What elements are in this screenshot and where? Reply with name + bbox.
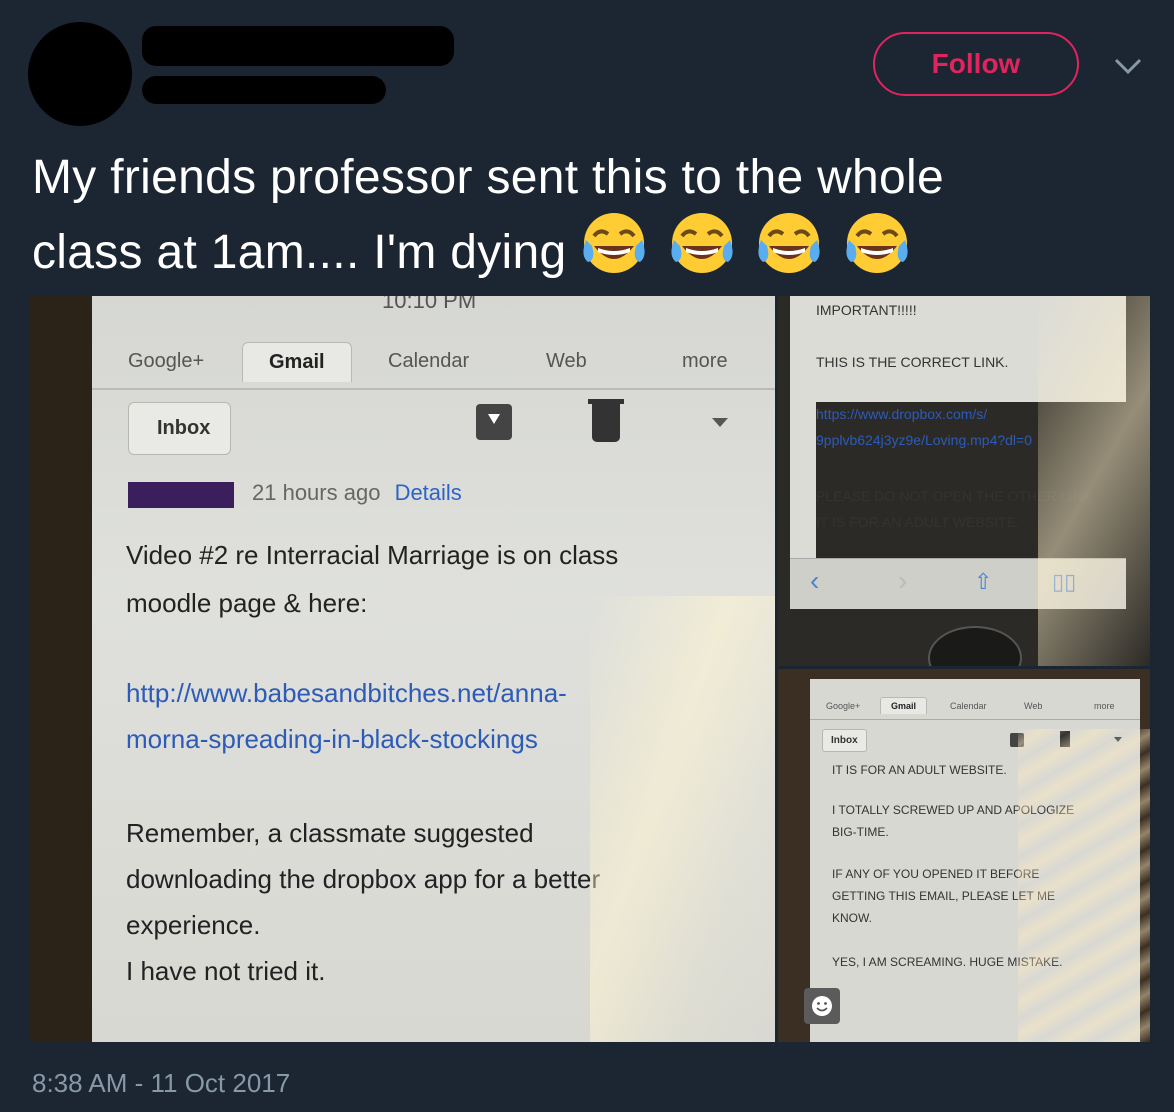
tab-web[interactable]: Web [546,350,587,373]
tab-google-plus[interactable]: Google+ [128,350,204,373]
tab-web[interactable]: Web [1024,701,1042,711]
email-line: IF ANY OF YOU OPENED IT BEFORE [832,867,1040,881]
gmail-tab-row: Google+ Gmail Calendar Web more [92,336,775,390]
dropdown-arrow-icon[interactable] [712,418,728,427]
face-with-tears-of-joy-icon [846,213,908,273]
email-link[interactable]: morna-spreading-in-black-stockings [126,716,538,762]
inbox-back-button[interactable]: Inbox [128,402,232,455]
email-link[interactable]: http://www.babesandbitches.net/anna- [126,670,567,716]
face-with-tears-of-joy-icon [758,213,820,273]
email-heading: IMPORTANT!!!!! [816,302,917,318]
email-time: 21 hours ago [252,480,381,505]
redacted-sender [128,482,234,508]
email-line: GETTING THIS EMAIL, PLEASE LET ME [832,889,1055,903]
email-line: IT IS FOR AN ADULT WEBSITE. [832,763,1007,777]
email-body-line: Remember, a classmate suggested [126,818,534,848]
phone-screen: IMPORTANT!!!!! THIS IS THE CORRECT LINK.… [790,296,1150,666]
archive-icon[interactable] [476,404,512,440]
email-line: KNOW. [832,911,873,925]
photo-email-main[interactable]: 10:10 PM Google+ Gmail Calendar Web more… [30,296,775,1042]
email-line: BIG-TIME. [832,825,889,839]
tab-calendar[interactable]: Calendar [950,701,987,711]
tab-google-plus[interactable]: Google+ [826,701,860,711]
email-body-line: I have not tried it. [126,956,326,986]
bookmarks-icon[interactable]: ▯▯ [1052,569,1076,595]
status-time: 10:10 PM [382,296,477,313]
dropbox-link[interactable]: 9pplvb624j3yz9e/Loving.mp4?dl=0 [816,428,1032,452]
back-icon[interactable]: ‹ [810,565,819,597]
email-line: PLEASE DO NOT OPEN THE OTHER LINK [816,488,1092,504]
archive-icon[interactable] [1010,733,1024,747]
email-body-line: downloading the dropbox app for a better [126,864,601,894]
tab-gmail[interactable]: Gmail [880,697,928,714]
face-with-tears-of-joy-icon [583,213,645,273]
browser-toolbar: ‹ › ⇧ ▯▯ [790,558,1126,609]
tweet-text: My friends professor sent this to the wh… [32,146,1142,293]
share-icon[interactable]: ⇧ [974,569,992,595]
smile-face-icon [812,996,832,1016]
user-avatar[interactable] [28,22,132,126]
tab-more[interactable]: more [682,350,728,373]
email-line: YES, I AM SCREAMING. HUGE MISTAKE. [832,955,1063,969]
email-meta: 21 hours ago Details [252,480,462,506]
inbox-back-button[interactable]: Inbox [822,729,867,752]
email-body-line: experience. [126,910,261,940]
redacted-display-name [142,26,454,66]
forward-icon[interactable]: › [898,565,907,597]
tab-calendar[interactable]: Calendar [388,350,469,373]
tab-more[interactable]: more [1094,701,1115,711]
phone-screen: 10:10 PM Google+ Gmail Calendar Web more… [92,296,775,1042]
trash-icon[interactable] [588,399,624,442]
dropdown-arrow-icon[interactable] [1114,737,1122,742]
tweet-text-line1: My friends professor sent this to the wh… [32,151,944,204]
phone-screen: Google+ Gmail Calendar Web more Inbox IT… [810,679,1140,1042]
smiley-icon[interactable] [804,988,840,1024]
face-with-tears-of-joy-icon [671,213,733,273]
chevron-down-icon[interactable] [1110,50,1146,80]
email-line: THIS IS THE CORRECT LINK. [816,354,1009,370]
email-body-line: Video #2 re Interracial Marriage is on c… [126,540,619,570]
tweet-timestamp[interactable]: 8:38 AM - 11 Oct 2017 [32,1068,290,1099]
photo-correction-email[interactable]: IMPORTANT!!!!! THIS IS THE CORRECT LINK.… [778,296,1150,666]
redacted-username [142,76,386,104]
details-link[interactable]: Details [395,480,462,505]
follow-button[interactable]: Follow [873,32,1079,96]
tab-gmail[interactable]: Gmail [242,342,352,382]
email-line: I TOTALLY SCREWED UP AND APOLOGIZE [832,803,1075,817]
gmail-tab-row: Google+ Gmail Calendar Web more [810,689,1140,720]
emoji-group [580,210,917,293]
tweet-text-line2: class at 1am.... I'm dying [32,226,567,279]
photo-apology-email[interactable]: Google+ Gmail Calendar Web more Inbox IT… [778,669,1150,1042]
email-line: IT IS FOR AN ADULT WEBSITE. [816,514,1020,530]
trash-icon[interactable] [1060,731,1070,747]
email-body-line: moodle page & here: [126,588,368,618]
